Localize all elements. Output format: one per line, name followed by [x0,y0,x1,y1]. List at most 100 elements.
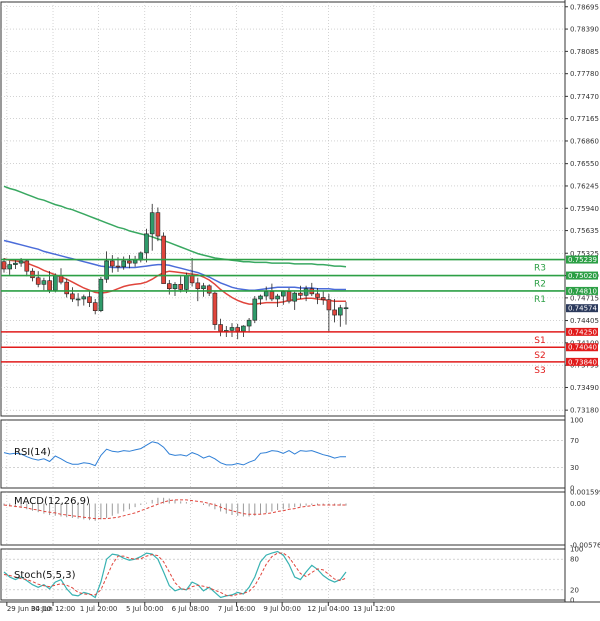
price-pane[interactable] [0,1,566,417]
price-tick-label: 0.78390 [570,26,599,34]
candle-body[interactable] [121,260,126,268]
candle-body[interactable] [104,260,109,280]
candle-body[interactable] [332,309,337,316]
time-tick-label: 5 Jul 00:00 [126,605,164,613]
candle-body[interactable] [167,283,172,290]
candle-body[interactable] [127,260,132,264]
candle-body[interactable] [64,281,69,295]
candle-body[interactable] [195,282,201,290]
candle-body[interactable] [303,288,309,296]
candle-body[interactable] [258,295,263,300]
candle-body[interactable] [18,260,24,264]
level-price-label: 0.75020 [568,272,597,280]
candle-body[interactable] [81,296,87,300]
candle-body[interactable] [52,275,58,291]
candle-body[interactable] [70,293,75,300]
candle-body[interactable] [269,291,275,300]
stoch-tick-label: 100 [570,546,583,554]
rsi-tick-label: 30 [570,464,579,472]
time-tick-label: 1 Jul 20:00 [80,605,118,613]
price-tick-label: 0.76550 [570,160,599,168]
level-name-r2: R2 [534,280,546,290]
price-tick-label: 0.78085 [570,48,599,56]
time-tick-label: 6 Jul 08:00 [172,605,210,613]
level-name-s1: S1 [534,336,545,346]
time-tick-label: 12 Jul 04:00 [307,605,349,613]
level-price-label: 0.74810 [568,287,597,295]
candle-body[interactable] [275,295,280,300]
candle-body[interactable] [30,270,35,279]
price-tick-label: 0.75635 [570,227,599,235]
level-price-label: 0.74250 [568,328,597,336]
candle-body[interactable] [1,261,7,270]
candle-body[interactable] [149,212,155,235]
stoch-tick-label: 0 [570,597,574,605]
candle-body[interactable] [13,262,18,265]
candle-body[interactable] [35,277,41,285]
candle-body[interactable] [155,212,161,237]
candle-body[interactable] [286,291,292,302]
price-tick-label: 0.76860 [570,137,599,145]
candle-body[interactable] [229,327,235,331]
level-name-r1: R1 [534,295,546,305]
candle-body[interactable] [292,292,298,302]
candle-body[interactable] [47,280,52,291]
level-name-s2: S2 [534,351,545,361]
candle-body[interactable] [172,284,178,290]
candle-body[interactable] [184,275,189,290]
candle-body[interactable] [58,275,64,283]
price-tick-label: 0.76245 [570,182,599,190]
trading-chart[interactable]: 0.78695 0.78390 0.78085 0.77780 0.77470 0.771… [0,0,600,617]
candle-body[interactable] [235,327,240,332]
candle-body[interactable] [206,285,212,294]
level-name-s3: S3 [534,366,545,376]
candle-body[interactable] [87,296,92,303]
rsi-tick-label: 70 [570,437,579,445]
price-tick-label: 0.78695 [570,3,599,11]
candle-body[interactable] [7,264,12,270]
candle-body[interactable] [189,275,195,284]
candle-body[interactable] [337,307,343,316]
time-tick-label: 9 Jul 00:00 [263,605,301,613]
candle-body[interactable] [75,298,81,301]
current-price-label: 0.74574 [568,305,597,313]
price-tick-label: 0.73490 [570,384,599,392]
time-tick-label: 30 Jun 12:00 [31,605,75,613]
price-tick-label: 0.77470 [570,93,599,101]
candle-body[interactable] [178,284,183,290]
candle-body[interactable] [115,265,121,268]
chart-canvas[interactable]: 0.78695 0.78390 0.78085 0.77780 0.77470 0.771… [0,0,600,617]
candle-body[interactable] [110,260,115,267]
candle-body[interactable] [241,325,246,332]
candle-body[interactable] [252,298,258,321]
candle-body[interactable] [201,285,206,290]
level-price-label: 0.74040 [568,344,597,352]
candle-body[interactable] [280,291,286,297]
candle-body[interactable] [320,297,326,300]
candle-body[interactable] [212,292,218,325]
price-tick-label: 0.77165 [570,115,599,123]
candle-body[interactable] [343,307,349,310]
candle-body[interactable] [92,302,98,311]
macd-tick-label: 0.00 [570,500,586,508]
candle-body[interactable] [41,280,47,285]
stoch-tick-label: 80 [570,556,579,564]
candle-body[interactable] [326,299,332,311]
candle-body[interactable] [98,278,104,311]
macd-title: MACD(12,26,9) [14,496,90,507]
stoch-title: Stoch(5,5,3) [14,570,76,581]
time-tick-label: 7 Jul 16:00 [218,605,256,613]
candle-body[interactable] [315,293,320,298]
level-price-label: 0.73840 [568,358,597,366]
candle-body[interactable] [246,319,252,327]
rsi-pane[interactable] [0,419,566,489]
macd-tick-label: 0.001599 [570,489,600,497]
candle-body[interactable] [298,292,303,296]
price-tick-label: 0.75940 [570,205,599,213]
candle-body[interactable] [218,324,223,332]
candle-body[interactable] [24,260,30,272]
candle-body[interactable] [144,233,149,254]
price-tick-label: 0.73180 [570,407,599,415]
candle-body[interactable] [132,259,138,264]
candle-body[interactable] [263,291,269,297]
